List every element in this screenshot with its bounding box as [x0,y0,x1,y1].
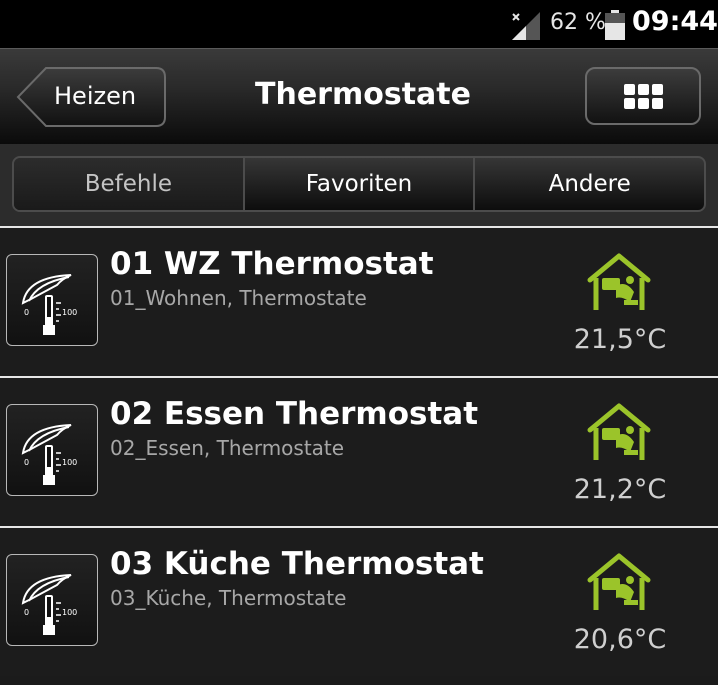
page-title: Thermostate [255,77,471,112]
home-comfort-icon [587,253,651,310]
device-title: 01 WZ Thermostat [110,246,434,282]
device-subtitle: 03_Küche, Thermostate [110,586,347,610]
home-comfort-icon [587,553,651,610]
svg-text:100: 100 [62,458,77,467]
svg-text:100: 100 [62,308,77,317]
thermostat-icon: 0 100 [6,554,98,646]
tab-befehle[interactable]: Befehle [14,158,245,210]
svg-text:0: 0 [24,308,29,317]
svg-text:100: 100 [62,608,77,617]
list-item[interactable]: 0 100 02 Essen Thermostat 02_Essen, Ther… [0,376,718,526]
home-comfort-icon [587,403,651,460]
battery-icon [605,10,625,40]
list-item[interactable]: 0 100 01 WZ Thermostat 01_Wohnen, Thermo… [0,226,718,376]
back-button[interactable]: Heizen [16,67,166,127]
status-bar: 62 % 09:44 [0,0,718,48]
action-bar: Heizen Thermostate [0,48,718,145]
tab-andere[interactable]: Andere [475,158,704,210]
temperature-value: 21,5°C [573,324,667,355]
temperature-value: 20,6°C [573,624,667,655]
tab-favoriten[interactable]: Favoriten [245,158,476,210]
battery-percentage: 62 % [550,10,606,35]
svg-text:0: 0 [24,458,29,467]
clock: 09:44 [632,6,718,37]
list-item[interactable]: 0 100 03 Küche Thermostat 03_Küche, Ther… [0,526,718,676]
device-title: 03 Küche Thermostat [110,546,484,582]
signal-no-sim-icon [512,12,540,40]
device-title: 02 Essen Thermostat [110,396,479,432]
back-button-label: Heizen [54,82,137,110]
thermostat-icon: 0 100 [6,254,98,346]
grid-menu-button[interactable] [585,67,701,125]
svg-text:0: 0 [24,608,29,617]
thermostat-list: 0 100 01 WZ Thermostat 01_Wohnen, Thermo… [0,226,718,676]
segmented-tabs: Befehle Favoriten Andere [12,156,706,212]
device-subtitle: 02_Essen, Thermostate [110,436,345,460]
tab-bar: Befehle Favoriten Andere [0,144,718,226]
grid-menu-icon [624,84,663,109]
device-subtitle: 01_Wohnen, Thermostate [110,286,367,310]
temperature-value: 21,2°C [573,474,667,505]
thermostat-icon: 0 100 [6,404,98,496]
